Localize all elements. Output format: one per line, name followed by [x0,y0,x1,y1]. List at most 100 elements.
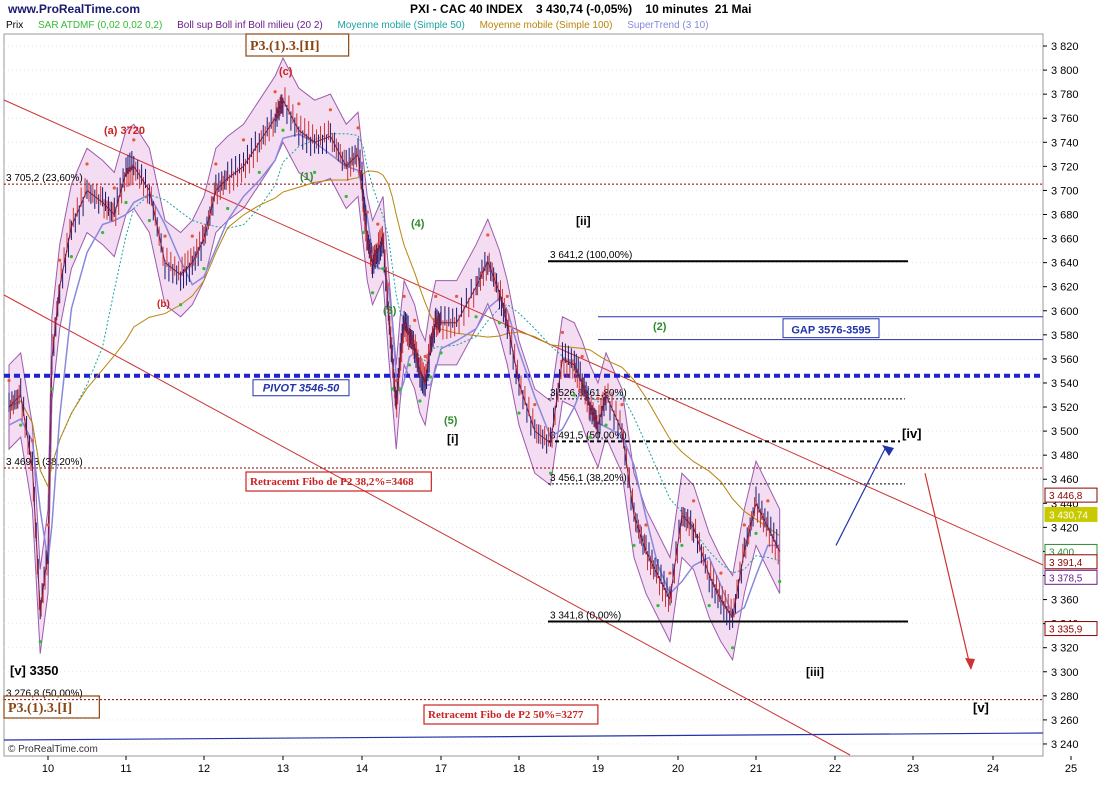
sar-dot [778,579,782,584]
y-tick-label: 3 620 [1051,282,1079,294]
x-tick-label: 10 [42,763,54,775]
sar-dot [680,543,684,548]
price-chip-label: 3 378,5 [1049,573,1083,584]
sar-dot [386,282,390,286]
wave-annotation: [v] 3350 [10,663,58,678]
y-tick-label: 3 240 [1051,739,1079,751]
sar-dot [572,393,576,397]
sar-dot [398,387,402,391]
fibo-level-label: 3 456,1 (38,20%) [550,473,627,484]
fibo-level-label: 3 641,2 (100,00%) [550,250,632,261]
sar-dot [390,387,394,391]
x-tick-label: 17 [435,763,447,775]
x-tick-label: 11 [120,763,131,775]
sar-dot [226,206,230,211]
sar-dot [190,234,194,238]
y-tick-label: 3 660 [1051,234,1079,246]
sar-dot [620,403,624,407]
wave-annotation: (5) [444,415,458,427]
sar-dot [46,523,50,527]
wave-annotation: [i] [447,432,458,446]
wave-annotation: (4) [411,218,425,230]
fibo-level-label: 3 341,8 (0,00%) [550,610,621,621]
chart-window: www.ProRealTime.com PXI - CAC 40 INDEX 3… [0,0,1100,800]
sar-dot [428,375,433,379]
x-tick-label: 20 [672,763,684,775]
sar-dot [361,230,365,235]
sar-dot [497,321,502,325]
y-tick-label: 3 280 [1051,691,1079,703]
sar-dot [533,403,537,407]
price-chip-label: 3 391,4 [1049,558,1083,569]
y-tick-label: 3 580 [1051,330,1079,342]
sar-dot [439,351,443,355]
x-tick-label: 22 [829,763,841,775]
sar-dot [381,267,385,271]
sar-dot [394,378,398,383]
sar-dot [474,315,478,319]
sar-dot [376,222,380,226]
sar-dot [656,603,660,608]
pivot-label: PIVOT 3546-50 [263,383,340,395]
y-tick-label: 3 800 [1051,65,1079,77]
sar-dot [202,267,206,271]
x-tick-label: 18 [513,763,525,775]
y-tick-label: 3 420 [1051,522,1079,534]
sar-dot [297,102,301,106]
sar-dot [179,303,183,307]
sar-dot [124,200,128,205]
sar-dot [85,162,89,166]
gap-label: GAP 3576-3595 [791,325,870,337]
sar-dot [632,543,636,548]
y-tick-label: 3 760 [1051,113,1079,125]
wave-annotation: (c) [279,66,293,78]
y-tick-label: 3 560 [1051,354,1079,366]
sar-dot [549,471,553,475]
x-tick-label: 25 [1065,763,1077,775]
sar-dot [112,186,116,190]
y-tick-label: 3 780 [1051,89,1079,101]
sar-dot [370,291,375,295]
sar-dot [434,294,438,298]
x-tick-label: 24 [987,763,999,775]
sar-dot [418,399,422,403]
wave-annotation: Retracemt Fibo de P2 50%=3277 [428,709,584,721]
x-tick-label: 21 [750,763,762,775]
fibo-level-label: 3 276,8 (50,00%) [6,689,83,700]
y-tick-label: 3 500 [1051,426,1079,438]
wave-annotation: P3.(1).3.[II] [250,39,320,54]
sar-dot [50,387,54,391]
y-tick-label: 3 700 [1051,185,1079,197]
wave-annotation: (3) [383,305,397,317]
sar-dot [402,294,406,298]
fibo-level-label: 3 469,3 (38,20%) [6,457,83,468]
sar-dot [731,646,735,650]
y-tick-label: 3 480 [1051,450,1079,462]
price-chart[interactable]: 3 2403 2603 2803 3003 3203 3403 3603 380… [0,0,1100,800]
y-tick-label: 3 540 [1051,378,1079,390]
sar-dot [413,318,417,322]
y-tick-label: 3 720 [1051,161,1079,173]
sar-dot [455,294,459,298]
sar-dot [766,499,770,503]
sar-dot [407,363,411,367]
sar-dot [273,90,277,94]
sar-dot [19,423,23,427]
wave-annotation: (b) [157,299,170,310]
y-tick-label: 3 640 [1051,258,1079,270]
price-chip-label: 3 430,74 [1049,510,1088,521]
sar-dot [596,397,600,401]
sar-dot [214,162,218,166]
y-tick-label: 3 600 [1051,306,1079,318]
sar-dot [707,603,711,608]
sar-dot [742,523,746,527]
sar-dot [692,499,696,503]
sar-dot [365,210,369,214]
price-chip-label: 3 335,9 [1049,625,1083,636]
sar-dot [132,138,136,142]
sar-dot [313,170,317,174]
y-tick-label: 3 460 [1051,474,1079,486]
sar-dot [328,108,332,112]
sar-dot [30,439,34,443]
sar-dot [580,354,584,359]
